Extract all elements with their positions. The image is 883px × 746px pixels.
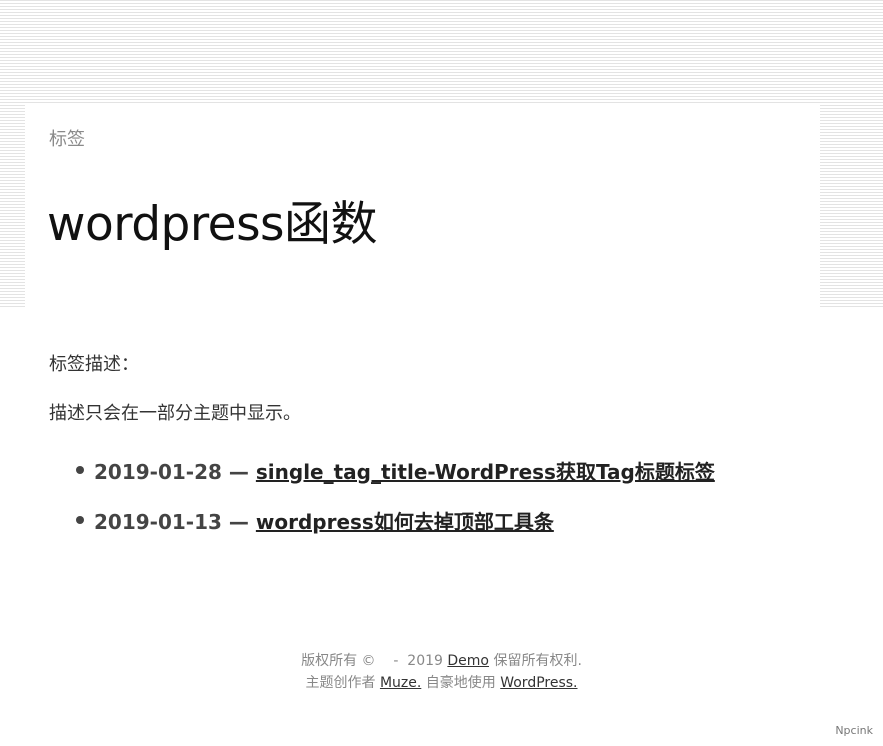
watermark-text: Npcink [835, 724, 873, 737]
site-name-link[interactable]: Demo [447, 653, 489, 669]
bullet-icon [76, 516, 84, 524]
tag-description-text: 描述只会在一部分主题中显示。 [49, 403, 301, 424]
bullet-icon [76, 466, 84, 474]
post-list-item: 2019-01-28 — single_tag_title-WordPress获… [74, 456, 715, 506]
post-date: 2019-01-13 [94, 510, 222, 534]
wordpress-link[interactable]: WordPress. [500, 675, 577, 691]
site-footer: 版权所有 © - 2019 Demo 保留所有权利. 主题创作者 Muze. 自… [0, 650, 883, 694]
post-list: 2019-01-28 — single_tag_title-WordPress获… [74, 456, 715, 556]
archive-type-label: 标签 [49, 129, 85, 150]
powered-by-label: 自豪地使用 [421, 675, 501, 691]
post-separator: — [221, 460, 256, 484]
theme-author-label: 主题创作者 [305, 675, 380, 691]
copyright-line: 版权所有 © - 2019 Demo 保留所有权利. [0, 650, 883, 672]
post-date: 2019-01-28 [94, 460, 222, 484]
theme-author-link[interactable]: Muze. [380, 675, 421, 691]
rights-text: 保留所有权利. [489, 653, 582, 669]
page-title: wordpress函数 [47, 197, 378, 252]
credits-line: 主题创作者 Muze. 自豪地使用 WordPress. [0, 672, 883, 694]
tag-description-label: 标签描述： [49, 354, 139, 375]
copyright-text: 版权所有 © - 2019 [301, 653, 448, 669]
post-separator: — [221, 510, 256, 534]
post-link[interactable]: wordpress如何去掉顶部工具条 [256, 510, 554, 534]
post-list-item: 2019-01-13 — wordpress如何去掉顶部工具条 [74, 506, 715, 556]
post-link[interactable]: single_tag_title-WordPress获取Tag标题标签 [256, 460, 715, 484]
archive-header: 标签 wordpress函数 [25, 103, 820, 308]
